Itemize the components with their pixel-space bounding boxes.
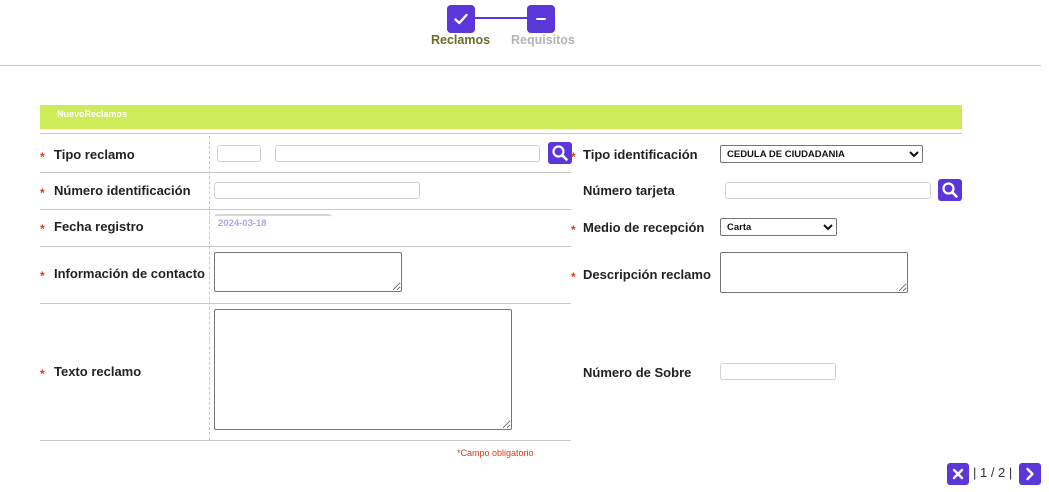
numero-sobre-input[interactable] [720,363,836,380]
step-reclamos-check-icon[interactable] [447,5,475,33]
step-label-requisitos[interactable]: Requisitos [511,33,575,47]
required-marker: * [40,150,45,164]
row-divider [40,209,571,210]
informacion-contacto-textarea[interactable] [214,252,402,292]
numero-tarjeta-search-button[interactable] [938,179,962,201]
chevron-right-icon [1026,467,1034,481]
row-divider [40,440,571,441]
column-divider [209,136,210,440]
texto-reclamo-textarea[interactable] [214,309,512,430]
row-divider [40,246,571,247]
required-marker: * [571,223,576,237]
step-label-reclamos[interactable]: Reclamos [431,33,490,47]
required-field-note: *Campo obligatorio [457,448,534,458]
medio-recepcion-label: Medio de recepción [583,220,705,235]
tipo-reclamo-search-button[interactable] [548,142,572,164]
medio-recepcion-select[interactable]: Carta [720,218,837,236]
numero-sobre-label: Número de Sobre [583,365,692,380]
row-divider [40,172,571,173]
tipo-reclamo-label: Tipo reclamo [54,147,135,162]
header-divider [0,65,1041,66]
numero-identificacion-input[interactable] [214,182,420,199]
page-indicator: | 1 / 2 | [973,465,1013,480]
section-header: NuevoReclamos [40,105,962,129]
step-requisitos-minus-icon[interactable] [527,5,555,33]
fecha-registro-label: Fecha registro [54,219,144,234]
numero-tarjeta-label: Número tarjeta [583,183,675,198]
stepper-connector [475,17,528,19]
informacion-contacto-label: Información de contacto [54,266,205,281]
tipo-identificacion-label: Tipo identificación [583,147,698,162]
tipo-identificacion-select[interactable]: CEDULA DE CIUDADANIA [720,145,923,163]
numero-tarjeta-input[interactable] [725,182,931,199]
next-page-button[interactable] [1019,463,1041,485]
section-rule [40,133,962,134]
required-marker: * [40,269,45,283]
close-icon [952,468,964,480]
required-marker: * [571,150,576,164]
descripcion-reclamo-textarea[interactable] [720,252,908,293]
texto-reclamo-label: Texto reclamo [54,364,142,379]
descripcion-reclamo-label: Descripción reclamo [583,267,711,282]
required-marker: * [40,222,45,236]
search-icon [942,182,958,198]
required-marker: * [40,186,45,200]
section-title: NuevoReclamos [57,109,128,119]
close-button[interactable] [947,463,969,485]
fecha-registro-input [214,214,332,231]
required-marker: * [40,367,45,381]
row-divider [40,303,571,304]
required-marker: * [571,270,576,284]
tipo-reclamo-code-input[interactable] [217,145,261,162]
search-icon [552,145,568,161]
numero-identificacion-label: Número identificación [54,183,191,198]
tipo-reclamo-name-input[interactable] [275,145,540,162]
